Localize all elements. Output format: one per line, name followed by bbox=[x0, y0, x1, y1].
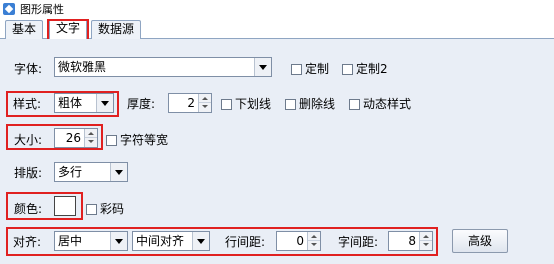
custom2-checkbox[interactable]: 定制2 bbox=[342, 62, 388, 76]
advanced-button[interactable]: 高级 bbox=[452, 229, 508, 253]
spin-up-icon[interactable] bbox=[85, 129, 97, 138]
chevron-down-icon[interactable] bbox=[96, 94, 113, 112]
colorful-code-checkbox[interactable]: 彩码 bbox=[86, 202, 124, 216]
spin-up-icon[interactable] bbox=[420, 232, 432, 241]
chevron-down-icon[interactable] bbox=[192, 232, 209, 250]
checkbox-box[interactable] bbox=[86, 203, 97, 215]
vertical-align-combo[interactable]: 中间对齐 bbox=[132, 231, 210, 251]
text-properties-panel: 字体: 微软雅黑 定制 定制2 样式: 粗体 厚度: 2 下划线 删除线 动态样… bbox=[0, 39, 554, 264]
layout-label: 排版: bbox=[14, 166, 43, 180]
dynamic-style-checkbox[interactable]: 动态样式 bbox=[349, 97, 411, 111]
checkbox-box[interactable] bbox=[221, 98, 232, 110]
spin-down-icon[interactable] bbox=[420, 241, 432, 250]
line-spacing-spinner[interactable]: 0 bbox=[276, 231, 321, 251]
align-label: 对齐: bbox=[13, 235, 42, 249]
spinner-buttons[interactable] bbox=[307, 232, 320, 250]
custom1-checkbox[interactable]: 定制 bbox=[291, 62, 329, 76]
char-spacing-label: 字间距: bbox=[338, 235, 379, 249]
equal-width-label: 字符等宽 bbox=[120, 133, 169, 147]
char-spacing-spinner[interactable]: 8 bbox=[388, 231, 433, 251]
window-title: 图形属性 bbox=[20, 2, 64, 16]
vertical-align-value: 中间对齐 bbox=[136, 234, 185, 248]
tab-text[interactable]: 文字 bbox=[49, 19, 87, 40]
thickness-label: 厚度: bbox=[127, 97, 156, 111]
tab-datasource[interactable]: 数据源 bbox=[91, 20, 141, 39]
thickness-spinner[interactable]: 2 bbox=[168, 93, 212, 113]
char-spacing-value: 8 bbox=[408, 234, 416, 248]
underline-checkbox[interactable]: 下划线 bbox=[221, 97, 271, 111]
shape-properties-icon bbox=[3, 2, 15, 15]
dynamic-style-label: 动态样式 bbox=[363, 97, 412, 111]
style-value: 粗体 bbox=[58, 96, 83, 110]
chevron-down-icon[interactable] bbox=[110, 232, 127, 250]
checkbox-box[interactable] bbox=[342, 63, 353, 75]
line-spacing-value: 0 bbox=[296, 234, 304, 248]
custom2-label: 定制2 bbox=[356, 62, 388, 76]
strikethrough-checkbox[interactable]: 删除线 bbox=[285, 97, 335, 111]
spin-down-icon[interactable] bbox=[199, 103, 211, 112]
checkbox-box[interactable] bbox=[349, 98, 360, 110]
font-combo[interactable]: 微软雅黑 bbox=[54, 57, 272, 77]
spin-up-icon[interactable] bbox=[308, 232, 320, 241]
color-swatch[interactable] bbox=[54, 196, 76, 216]
size-label: 大小: bbox=[14, 133, 43, 147]
font-label: 字体: bbox=[14, 62, 43, 76]
spinner-buttons[interactable] bbox=[419, 232, 432, 250]
spin-up-icon[interactable] bbox=[199, 94, 211, 103]
layout-value: 多行 bbox=[58, 165, 83, 179]
underline-label: 下划线 bbox=[235, 97, 272, 111]
horizontal-align-combo[interactable]: 居中 bbox=[54, 231, 128, 251]
colorful-code-label: 彩码 bbox=[100, 202, 125, 216]
equal-width-checkbox[interactable]: 字符等宽 bbox=[106, 133, 168, 147]
style-label: 样式: bbox=[13, 97, 42, 111]
tab-bar: 基本 文字 数据源 bbox=[0, 17, 554, 40]
chevron-down-icon[interactable] bbox=[110, 163, 127, 181]
checkbox-box[interactable] bbox=[285, 98, 296, 110]
font-value: 微软雅黑 bbox=[58, 60, 107, 74]
checkbox-box[interactable] bbox=[291, 63, 302, 75]
spin-down-icon[interactable] bbox=[308, 241, 320, 250]
horizontal-align-value: 居中 bbox=[58, 234, 83, 248]
spinner-buttons[interactable] bbox=[198, 94, 211, 112]
title-bar: 图形属性 bbox=[0, 0, 554, 17]
thickness-value: 2 bbox=[187, 96, 195, 110]
tab-basic[interactable]: 基本 bbox=[5, 20, 43, 39]
custom1-label: 定制 bbox=[305, 62, 330, 76]
line-spacing-label: 行间距: bbox=[225, 235, 266, 249]
chevron-down-icon[interactable] bbox=[254, 58, 271, 76]
spin-down-icon[interactable] bbox=[85, 138, 97, 147]
checkbox-box[interactable] bbox=[106, 134, 117, 146]
size-value: 26 bbox=[65, 131, 81, 145]
style-combo[interactable]: 粗体 bbox=[54, 93, 114, 113]
layout-combo[interactable]: 多行 bbox=[54, 162, 128, 182]
color-label: 颜色: bbox=[14, 202, 43, 216]
size-spinner[interactable]: 26 bbox=[54, 128, 98, 148]
spinner-buttons[interactable] bbox=[84, 129, 97, 147]
strikethrough-label: 删除线 bbox=[299, 97, 336, 111]
